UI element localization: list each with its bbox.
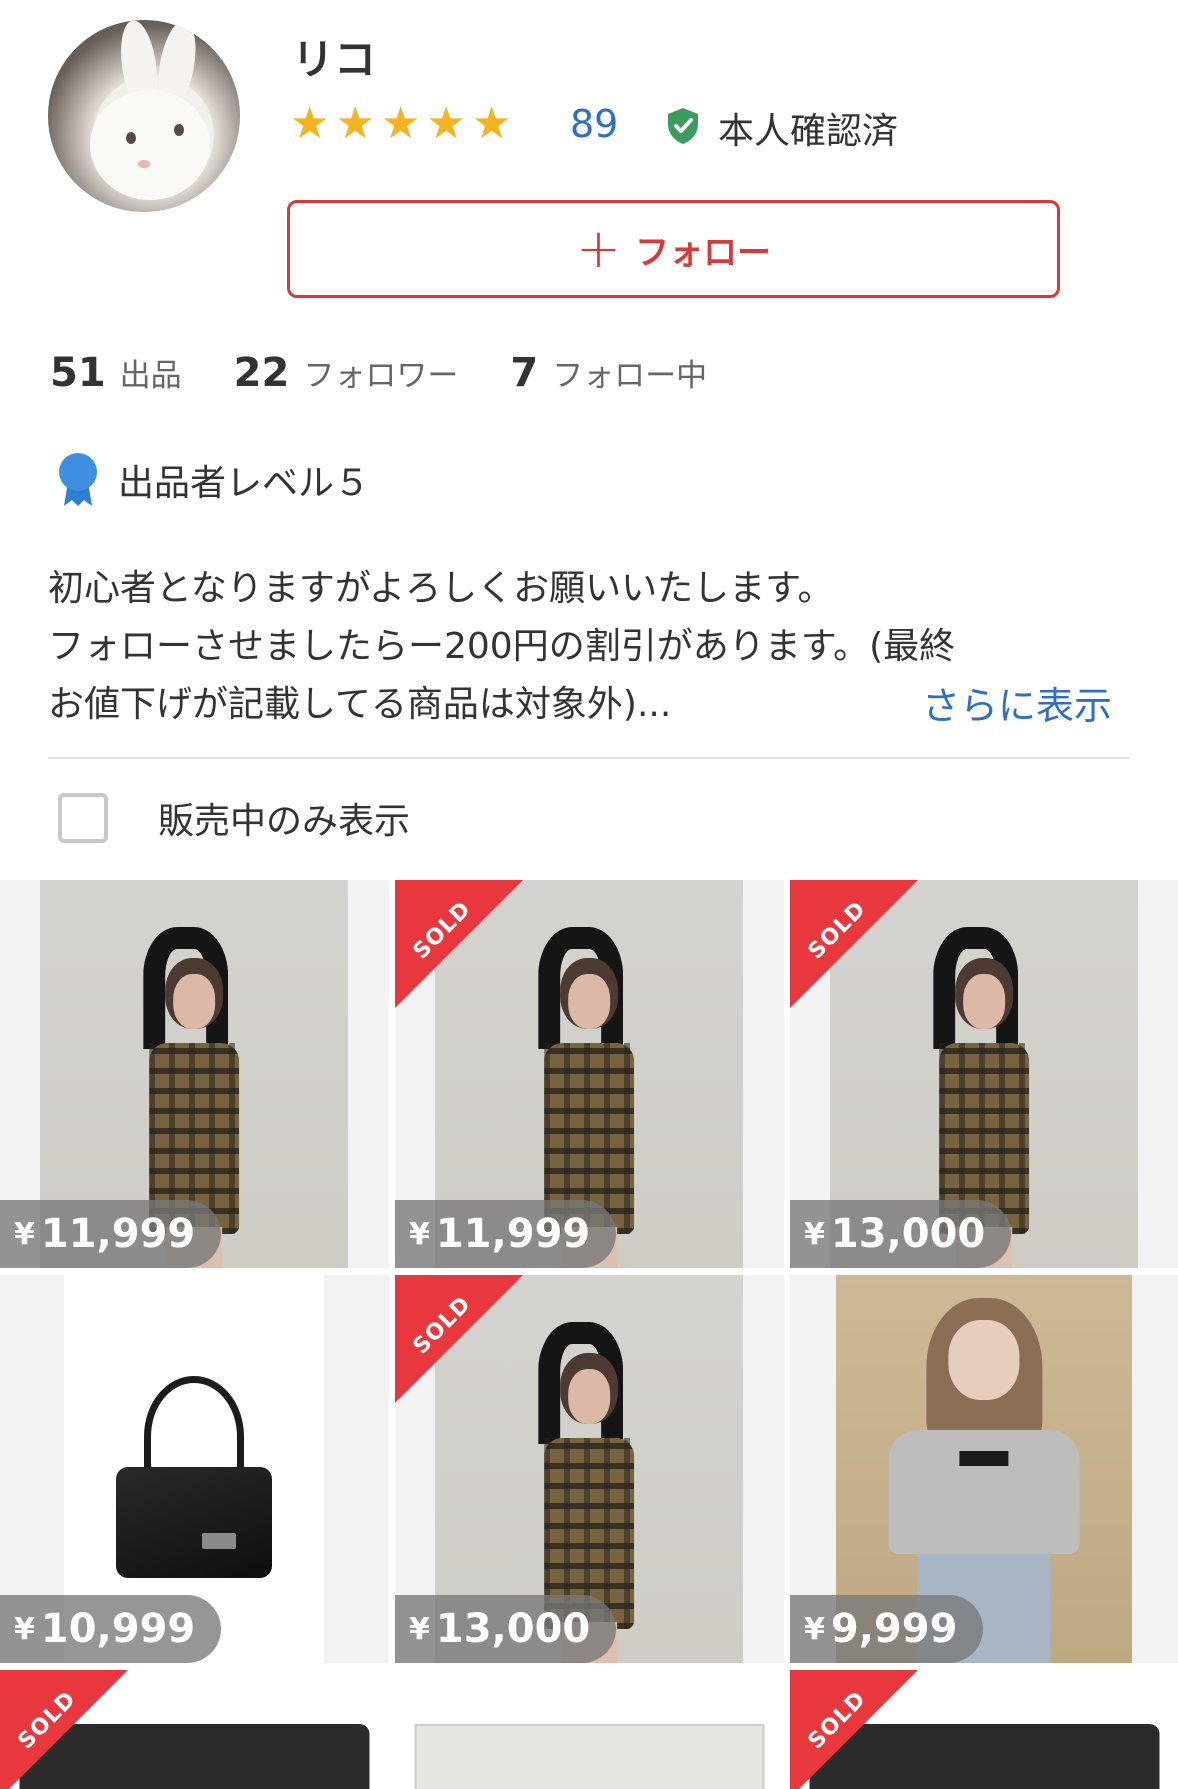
stat-label: フォロワー <box>303 358 459 394</box>
profile-stats: 51 出品 22 フォロワー 7 フォロー中 <box>50 350 759 396</box>
box-figure <box>395 1684 784 1789</box>
avatar-face <box>90 90 210 200</box>
yen-symbol: ¥ <box>409 1216 430 1252</box>
item-card[interactable]: SOLD <box>0 1670 389 1789</box>
star-icon: ★ <box>290 98 330 149</box>
stat-value: 7 <box>510 350 539 396</box>
price-amount: 13,000 <box>830 1211 986 1257</box>
price-amount: 10,999 <box>40 1606 196 1652</box>
item-price: ¥ 11,999 <box>395 1200 617 1268</box>
rating-stars[interactable]: ★ ★ ★ ★ ★ <box>290 102 511 146</box>
price-amount: 11,999 <box>435 1211 591 1257</box>
verified-shield-icon <box>668 108 698 144</box>
show-more-link[interactable]: さらに表示 <box>922 675 1112 730</box>
stat-following[interactable]: 7 フォロー中 <box>510 350 707 396</box>
star-icon: ★ <box>426 98 466 149</box>
on-sale-filter-label: 販売中のみ表示 <box>158 801 411 842</box>
price-amount: 13,000 <box>435 1606 591 1652</box>
item-price: ¥ 10,999 <box>0 1595 222 1663</box>
stat-value: 22 <box>233 350 290 396</box>
item-card[interactable]: SOLD ¥ 13,000 <box>790 880 1178 1268</box>
item-card[interactable]: ¥ 9,999 <box>790 1275 1178 1663</box>
plus-icon: + <box>575 217 622 280</box>
yen-symbol: ¥ <box>409 1611 430 1647</box>
item-photo <box>395 1670 784 1789</box>
item-price: ¥ 13,000 <box>790 1200 1012 1268</box>
username: リコ <box>292 35 377 84</box>
stat-value: 51 <box>50 350 106 396</box>
yen-symbol: ¥ <box>14 1216 35 1252</box>
seller-level-label: 出品者レベル５ <box>118 463 371 504</box>
stat-followers[interactable]: 22 フォロワー <box>234 350 459 396</box>
rating-count-link[interactable]: 89 <box>570 102 618 146</box>
item-price: ¥ 13,000 <box>395 1595 617 1663</box>
item-card[interactable] <box>395 1670 784 1789</box>
price-amount: 9,999 <box>830 1606 958 1652</box>
stat-label: フォロー中 <box>552 358 708 394</box>
stat-listings[interactable]: 51 出品 <box>50 350 182 396</box>
on-sale-filter[interactable]: 販売中のみ表示 <box>58 792 410 844</box>
item-price: ¥ 11,999 <box>0 1200 222 1268</box>
items-grid: ¥ 11,999 SOLD ¥ 11,999 SOLD ¥ 13,000 ¥ 1… <box>0 880 1178 1789</box>
seller-level[interactable]: 出品者レベル５ <box>58 452 370 508</box>
bio-line: 初心者となりますがよろしくお願いいたします。 <box>48 568 834 609</box>
medal-icon <box>59 453 97 506</box>
stat-label: 出品 <box>119 358 182 394</box>
price-amount: 11,999 <box>40 1211 196 1257</box>
avatar-eye <box>174 124 184 136</box>
yen-symbol: ¥ <box>14 1611 35 1647</box>
yen-symbol: ¥ <box>804 1216 825 1252</box>
yen-symbol: ¥ <box>804 1611 825 1647</box>
star-icon: ★ <box>471 98 512 149</box>
item-card[interactable]: SOLD ¥ 13,000 <box>395 1275 784 1663</box>
verified-label: 本人確認済 <box>718 111 899 152</box>
item-card[interactable]: ¥ 11,999 <box>0 880 389 1268</box>
bio-line: フォローさせましたらー200円の割引があります。(最終 <box>48 626 956 667</box>
handbag-figure <box>116 1375 272 1578</box>
item-card[interactable]: ¥ 10,999 <box>0 1275 389 1663</box>
follow-button-label: フォロー <box>635 232 772 273</box>
star-icon: ★ <box>380 98 421 149</box>
divider <box>48 757 1130 759</box>
follow-button[interactable]: + フォロー <box>287 200 1060 298</box>
avatar-nose <box>138 160 150 168</box>
item-card[interactable]: SOLD ¥ 11,999 <box>395 880 784 1268</box>
avatar-eye <box>126 132 136 144</box>
on-sale-checkbox[interactable] <box>58 793 108 843</box>
star-icon: ★ <box>335 98 375 149</box>
avatar[interactable] <box>48 20 240 212</box>
item-price: ¥ 9,999 <box>790 1595 984 1663</box>
item-card[interactable]: SOLD <box>790 1670 1178 1789</box>
